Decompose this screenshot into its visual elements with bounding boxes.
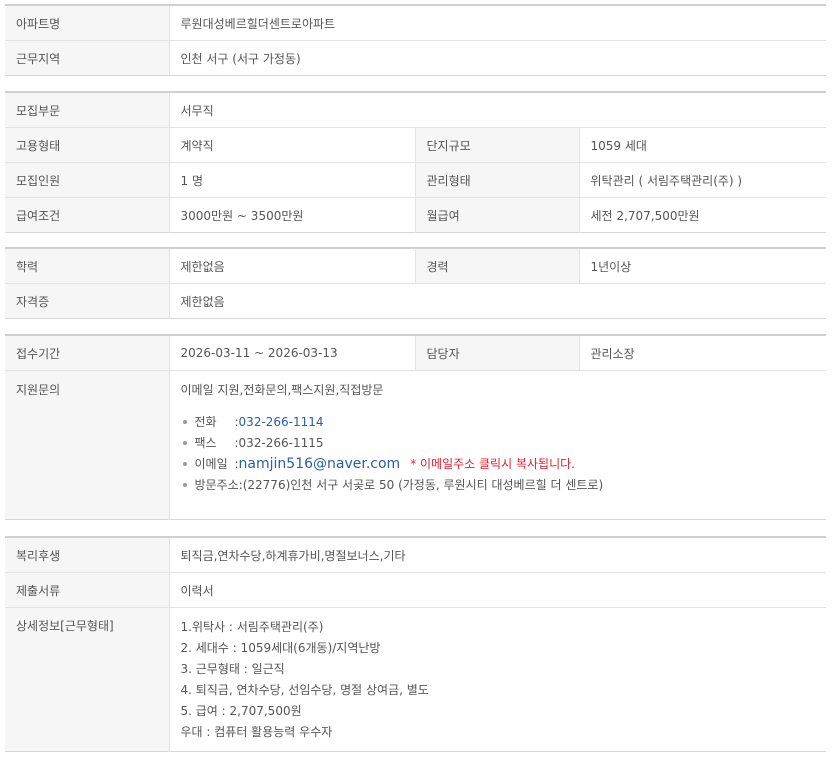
row-details: 상세정보[근무형태] 1.위탁사 : 서림주택관리(주) 2. 세대수 : 10… (5, 607, 826, 752)
email-label: 이메일 (194, 457, 228, 471)
certificate-value: 제한없음 (180, 294, 225, 309)
info-table-qualifications: 학력 제한없음 경력 1년이상 자격증 제한없음 (5, 247, 826, 319)
contact-address-item: 방문주소:(22776)인천 서구 서곶로 50 (가정동, 루원시티 대성베르… (182, 475, 827, 496)
bullet-icon (182, 482, 187, 487)
address-label: 방문주소 (194, 478, 239, 492)
row-employment-type: 고용형태 계약직 단지규모 1059 세대 (5, 127, 826, 163)
work-region-value: 인천 서구 (서구 가정동) (180, 51, 301, 66)
details-content: 1.위탁사 : 서림주택관리(주) 2. 세대수 : 1059세대(6개동)/지… (169, 608, 826, 752)
complex-size-value: 1059 세대 (579, 127, 826, 163)
experience-label: 경력 (415, 248, 580, 284)
row-application-period: 접수기간 2026-03-11 ~ 2026-03-13 담당자 관리소장 (5, 335, 826, 371)
experience-value: 1년이상 (579, 248, 826, 284)
row-work-region: 근무지역 인천 서구 (서구 가정동) (5, 40, 826, 76)
employment-type-value: 계약직 (169, 127, 416, 163)
detail-line: 1.위탁사 : 서림주택관리(주) (180, 620, 324, 634)
row-salary: 급여조건 3000만원 ~ 3500만원 월급여 세전 2,707,500만원 (5, 197, 826, 233)
education-label: 학력 (5, 248, 170, 284)
info-table-benefits: 복리후생 퇴직금,연차수당,하계휴가비,명절보너스,기타 제출서류 이력서 상세… (5, 536, 826, 752)
info-table-application: 접수기간 2026-03-11 ~ 2026-03-13 담당자 관리소장 지원… (5, 334, 826, 520)
info-table-apartment: 아파트명 루원대성베르힐더센트로아파트 근무지역 인천 서구 (서구 가정동) (5, 4, 827, 76)
bullet-icon (182, 440, 187, 445)
management-type-value: 위탁관리 ( 서림주택관리(주) ) (579, 162, 826, 198)
phone-link[interactable]: 032-266-1114 (239, 415, 324, 429)
detail-line: 우대 : 컴퓨터 활용능력 우수자 (180, 725, 333, 739)
row-contact: 지원문의 이메일 지원,전화문의,팩스지원,직접방문 전화:032-266-11… (5, 370, 826, 520)
detail-line: 5. 급여 : 2,707,500원 (180, 704, 302, 718)
contact-phone-item: 전화:032-266-1114 (182, 412, 827, 433)
bullet-icon (182, 461, 187, 466)
welfare-value: 퇴직금,연차수당,하계휴가비,명절보너스,기타 (169, 537, 826, 573)
employment-type-label: 고용형태 (5, 127, 170, 163)
contact-email-item: 이메일:namjin516@naver.com * 이메일주소 클릭시 복사됩니다… (182, 454, 827, 475)
contact-details: 이메일 지원,전화문의,팩스지원,직접방문 전화:032-266-1114 팩스… (169, 371, 826, 520)
monthly-pay-value: 세전 2,707,500만원 (590, 208, 700, 223)
department-value: 서무직 (169, 92, 826, 128)
certificate-label: 자격증 (5, 283, 170, 319)
education-value: 제한없음 (169, 248, 416, 284)
email-link[interactable]: namjin516@naver.com (239, 456, 401, 472)
department-label: 모집부문 (5, 92, 170, 128)
work-region-label: 근무지역 (5, 40, 170, 76)
headcount-label: 모집인원 (5, 162, 170, 198)
row-certificate: 자격증 제한없음 (5, 283, 826, 319)
detail-line: 2. 세대수 : 1059세대(6개동)/지역난방 (180, 641, 381, 655)
detail-line: 3. 근무형태 : 일근직 (180, 662, 285, 676)
manager-value: 관리소장 (579, 335, 826, 371)
welfare-label: 복리후생 (5, 537, 170, 573)
headcount-value: 1 명 (169, 162, 416, 198)
management-type-label: 관리형태 (415, 162, 580, 198)
detail-line: 4. 퇴직금, 연차수당, 선임수당, 명절 상여금, 별도 (180, 683, 429, 697)
documents-value: 이력서 (169, 572, 826, 608)
row-welfare: 복리후생 퇴직금,연차수당,하계휴가비,명절보너스,기타 (5, 537, 826, 573)
apartment-name-label: 아파트명 (5, 5, 170, 41)
monthly-pay-label: 월급여 (415, 197, 580, 233)
apartment-name-value: 루원대성베르힐더센트로아파트 (169, 5, 827, 41)
row-documents: 제출서류 이력서 (5, 572, 826, 608)
row-department: 모집부문 서무직 (5, 92, 826, 128)
complex-size-label: 단지규모 (415, 127, 580, 163)
email-copy-notice: * 이메일주소 클릭시 복사됩니다. (410, 457, 575, 471)
bullet-icon (182, 419, 187, 424)
documents-label: 제출서류 (5, 572, 170, 608)
application-period-label: 접수기간 (5, 335, 170, 371)
contact-fax-item: 팩스:032-266-1115 (182, 433, 827, 454)
address-value: (22776)인천 서구 서곶로 50 (가정동, 루원시티 대성베르힐 더 센… (242, 478, 604, 492)
row-apartment-name: 아파트명 루원대성베르힐더센트로아파트 (5, 5, 827, 41)
job-posting-detail: 아파트명 루원대성베르힐더센트로아파트 근무지역 인천 서구 (서구 가정동) … (0, 0, 835, 758)
phone-label: 전화 (194, 415, 217, 429)
fax-label: 팩스 (194, 436, 217, 450)
manager-label: 담당자 (415, 335, 580, 371)
details-label: 상세정보[근무형태] (5, 607, 170, 752)
salary-terms-label: 급여조건 (5, 197, 170, 233)
application-methods: 이메일 지원,전화문의,팩스지원,직접방문 (180, 383, 384, 397)
contact-list: 전화:032-266-1114 팩스:032-266-1115 이메일:namj… (181, 412, 827, 496)
fax-value: 032-266-1115 (238, 436, 324, 450)
salary-terms-value: 3000만원 ~ 3500만원 (169, 197, 416, 233)
contact-label: 지원문의 (5, 370, 170, 520)
application-period-value: 2026-03-11 ~ 2026-03-13 (169, 335, 416, 371)
info-table-recruitment: 모집부문 서무직 고용형태 계약직 단지규모 1059 세대 모집인원 1 명 … (5, 91, 826, 233)
row-education: 학력 제한없음 경력 1년이상 (5, 248, 826, 284)
row-headcount: 모집인원 1 명 관리형태 위탁관리 ( 서림주택관리(주) ) (5, 162, 826, 198)
